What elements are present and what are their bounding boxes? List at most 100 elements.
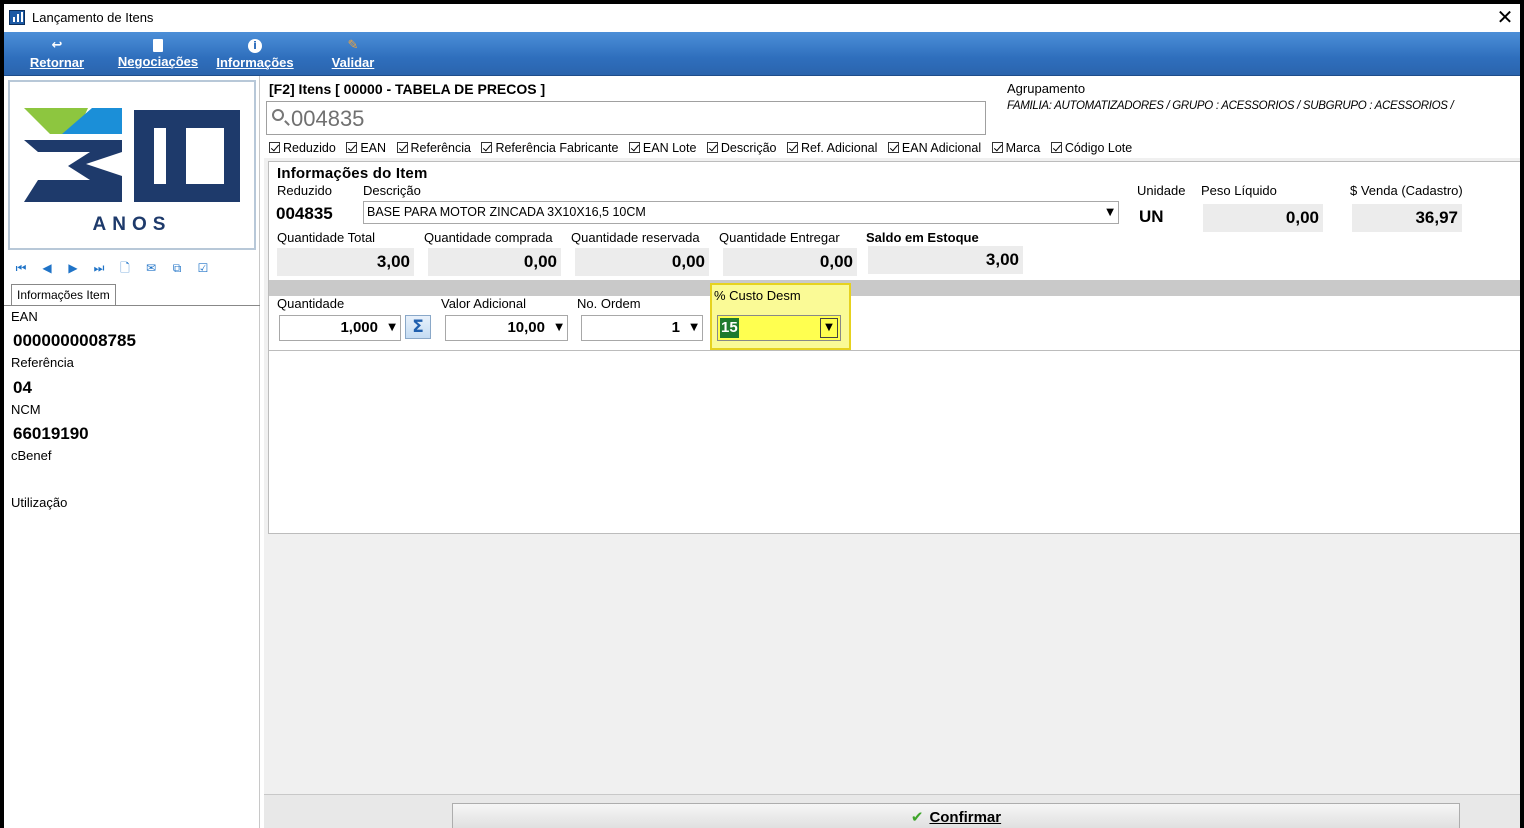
custo-desm-dropdown[interactable]: 15 ▼	[717, 315, 841, 341]
saldo-label: Saldo em Estoque	[866, 230, 979, 245]
qt-entregar-label: Quantidade Entregar	[719, 230, 840, 245]
mail-icon[interactable]: ✉	[140, 260, 162, 276]
valor-adicional-value: 10,00	[507, 319, 545, 336]
first-record-icon[interactable]: ⏮	[10, 260, 32, 276]
custo-desm-value: 15	[720, 318, 739, 338]
sum-button[interactable]: Σ	[405, 315, 431, 339]
ean-label: EAN	[11, 309, 38, 324]
unidade-value: UN	[1139, 207, 1164, 226]
venda-value: 36,97	[1352, 204, 1462, 232]
informacoes-label: Informações	[216, 55, 294, 70]
chevron-down-icon: ▼	[555, 322, 563, 333]
informacoes-button[interactable]: i Informações	[211, 32, 299, 76]
descricao-value: BASE PARA MOTOR ZINCADA 3X10X16,5 10CM	[367, 205, 646, 219]
checkbox-icon	[396, 142, 408, 153]
item-info-group: Informações do Item Reduzido Descrição 0…	[268, 161, 1520, 351]
left-panel: ANOS ⏮ ◀ ▶ ⏭ 🗋 ✉ ⧉ ☑ Informações Item EAN 00000…	[4, 76, 260, 828]
return-icon: ↩	[51, 38, 63, 53]
check-icon: ✔	[910, 808, 924, 826]
logo-text: ANOS	[93, 214, 172, 235]
checkbox-icon	[346, 142, 358, 153]
qt-total-value: 3,00	[277, 248, 414, 276]
confirm-bar: ✔ Confirmar	[264, 794, 1520, 828]
sum-icon: Σ	[412, 317, 424, 337]
filter-ean-adicional[interactable]: EAN Adicional	[887, 141, 981, 155]
document-icon	[153, 39, 163, 52]
qt-comprada-label: Quantidade comprada	[424, 230, 553, 245]
checkbox-icon	[887, 142, 899, 153]
search-section: [F2] Itens [ 00000 - TABELA DE PRECOS ] …	[264, 76, 1520, 158]
reduzido-value: 004835	[276, 204, 333, 223]
window: Lançamento de Itens ✕ ↩ Retornar Negocia…	[4, 4, 1520, 828]
logo-graphic: ANOS	[24, 108, 240, 235]
unidade-label: Unidade	[1137, 183, 1186, 198]
descricao-label: Descrição	[363, 183, 421, 198]
section-separator	[269, 280, 1520, 296]
filter-referencia[interactable]: Referência	[396, 141, 471, 155]
title-bar: Lançamento de Itens ✕	[4, 4, 1520, 31]
qt-total-label: Quantidade Total	[277, 230, 376, 245]
record-navigator: ⏮ ◀ ▶ ⏭ 🗋 ✉ ⧉ ☑	[10, 260, 218, 278]
filter-referencia-fabricante[interactable]: Referência Fabricante	[481, 141, 618, 155]
quantidade-dropdown[interactable]: 1,000 ▼	[279, 315, 401, 341]
search-value: 004835	[291, 106, 365, 131]
qt-entregar-value: 0,00	[723, 248, 857, 276]
qt-reservada-value: 0,00	[575, 248, 709, 276]
filter-reduzido[interactable]: Reduzido	[269, 141, 336, 155]
qt-comprada-value: 0,00	[428, 248, 561, 276]
main-content: [F2] Itens [ 00000 - TABELA DE PRECOS ] …	[264, 76, 1520, 828]
referencia-value: 04	[13, 378, 32, 397]
checkbox-icon	[481, 142, 493, 153]
cbenef-label: cBenef	[11, 448, 52, 463]
custo-desm-highlight: % Custo Desm 15 ▼	[710, 283, 851, 350]
filter-ean[interactable]: EAN	[346, 141, 386, 155]
company-logo: ANOS	[8, 80, 256, 250]
confirm-label: Confirmar	[929, 809, 1002, 826]
validar-button[interactable]: ✎ Validar	[324, 32, 382, 76]
checklist-icon[interactable]: ☑	[192, 260, 214, 276]
descricao-dropdown[interactable]: BASE PARA MOTOR ZINCADA 3X10X16,5 10CM ▼	[363, 201, 1119, 224]
valor-adicional-dropdown[interactable]: 10,00 ▼	[445, 315, 568, 341]
validar-label: Validar	[331, 55, 375, 70]
quantidade-value: 1,000	[340, 319, 378, 336]
prev-record-icon[interactable]: ◀	[36, 260, 58, 276]
peso-label: Peso Líquido	[1201, 183, 1277, 198]
retornar-button[interactable]: ↩ Retornar	[22, 32, 92, 76]
custo-desm-label: % Custo Desm	[714, 288, 801, 303]
ncm-value: 66019190	[13, 424, 89, 443]
new-document-icon[interactable]: 🗋	[114, 260, 136, 276]
agrupamento-label: Agrupamento	[1007, 81, 1086, 96]
toolbar: ↩ Retornar Negociações i Informações ✎ V…	[4, 32, 1520, 76]
no-ordem-dropdown[interactable]: 1 ▼	[581, 315, 703, 341]
details-area	[268, 351, 1520, 534]
checkbox-icon	[706, 142, 718, 153]
filter-marca[interactable]: Marca	[991, 141, 1040, 155]
tab-informacoes-item[interactable]: Informações Item	[11, 284, 116, 306]
agrupamento-path: FAMILIA: AUTOMATIZADORES / GRUPO : ACESS…	[1007, 100, 1454, 112]
ncm-label: NCM	[11, 402, 41, 417]
filter-descricao[interactable]: Descrição	[706, 141, 776, 155]
checkbox-icon	[786, 142, 798, 153]
filter-ean-lote[interactable]: EAN Lote	[628, 141, 696, 155]
confirm-button[interactable]: ✔ Confirmar	[452, 803, 1460, 828]
search-icon	[272, 109, 284, 121]
ean-value: 0000000008785	[13, 331, 136, 350]
chevron-down-icon: ▼	[388, 322, 396, 333]
search-filters: Reduzido EAN Referência Referência Fabri…	[269, 141, 1139, 157]
venda-label: $ Venda (Cadastro)	[1350, 183, 1463, 198]
last-record-icon[interactable]: ⏭	[88, 260, 110, 276]
filter-ref-adicional[interactable]: Ref. Adicional	[786, 141, 877, 155]
chevron-down-icon[interactable]: ▼	[820, 318, 838, 338]
referencia-label: Referência	[11, 355, 74, 370]
group-title: Informações do Item	[277, 165, 428, 182]
next-record-icon[interactable]: ▶	[62, 260, 84, 276]
quantidade-label: Quantidade	[277, 296, 345, 311]
valor-adicional-label: Valor Adicional	[441, 296, 527, 311]
close-icon[interactable]: ✕	[1494, 6, 1516, 28]
copy-icon[interactable]: ⧉	[166, 260, 188, 276]
window-title: Lançamento de Itens	[32, 10, 154, 25]
filter-codigo-lote[interactable]: Código Lote	[1050, 141, 1132, 155]
negociacoes-button[interactable]: Negociações	[114, 32, 202, 76]
no-ordem-label: No. Ordem	[577, 296, 641, 311]
search-input[interactable]: 004835	[266, 101, 986, 135]
